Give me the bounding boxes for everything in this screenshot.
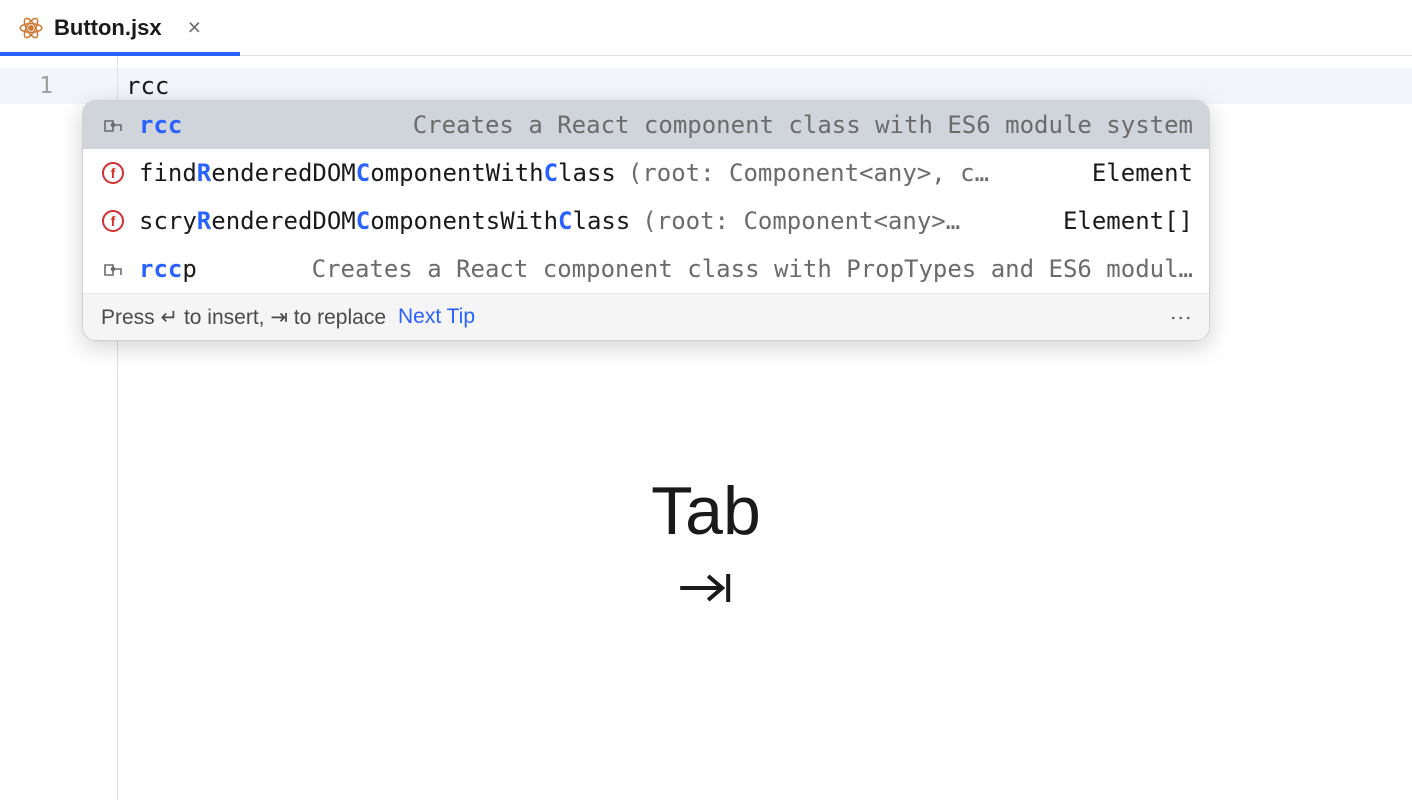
footer-hint: Press ↵ to insert, ⇥ to replace <box>101 305 386 330</box>
tab-key-icon: ⇥ <box>270 306 288 329</box>
autocomplete-popup: rcc Creates a React component class with… <box>82 100 1210 341</box>
kebab-menu-icon[interactable]: ⋮ <box>1168 307 1194 327</box>
suggestion-return-type: Element <box>1072 159 1193 187</box>
code-area[interactable]: rcc rcc Creates a React component class … <box>118 56 1412 800</box>
suggestion-return-type: Element[] <box>1043 207 1193 235</box>
overlay-hint: Tab <box>651 472 761 608</box>
live-template-icon <box>99 257 127 281</box>
next-tip-link[interactable]: Next Tip <box>398 305 475 329</box>
suggestion-name: findRenderedDOMComponentWithClass <box>139 159 616 187</box>
live-template-icon <box>99 113 127 137</box>
editor: 1 rcc rcc Creates a React component clas… <box>0 56 1412 800</box>
suggestion-params: (root: Component<any>, c… <box>628 159 1060 187</box>
suggestion-params: (root: Component<any>… <box>642 207 1031 235</box>
function-icon: f <box>99 210 127 232</box>
suggestion-item[interactable]: rcc Creates a React component class with… <box>83 101 1209 149</box>
tab-bar: Button.jsx × <box>0 0 1412 56</box>
suggestion-item[interactable]: rccp Creates a React component class wit… <box>83 245 1209 293</box>
overlay-label: Tab <box>651 472 761 550</box>
file-tab[interactable]: Button.jsx × <box>0 0 219 55</box>
enter-key-icon: ↵ <box>161 306 179 329</box>
tab-filename: Button.jsx <box>54 15 162 41</box>
line-number: 1 <box>0 68 117 104</box>
suggestion-item[interactable]: f findRenderedDOMComponentWithClass (root… <box>83 149 1209 197</box>
autocomplete-footer: Press ↵ to insert, ⇥ to replace Next Tip… <box>83 293 1209 340</box>
suggestion-item[interactable]: f scryRenderedDOMComponentsWithClass (roo… <box>83 197 1209 245</box>
code-line[interactable]: rcc <box>118 68 1412 104</box>
suggestion-name: rccp <box>139 255 197 283</box>
suggestion-description: Creates a React component class with ES6… <box>413 111 1193 139</box>
suggestion-description: Creates a React component class with Pro… <box>312 255 1193 283</box>
tab-arrow-icon <box>651 568 761 608</box>
function-icon: f <box>99 162 127 184</box>
suggestion-name: rcc <box>139 111 182 139</box>
suggestion-name: scryRenderedDOMComponentsWithClass <box>139 207 630 235</box>
close-tab-icon[interactable]: × <box>188 16 201 39</box>
react-icon <box>18 15 44 41</box>
